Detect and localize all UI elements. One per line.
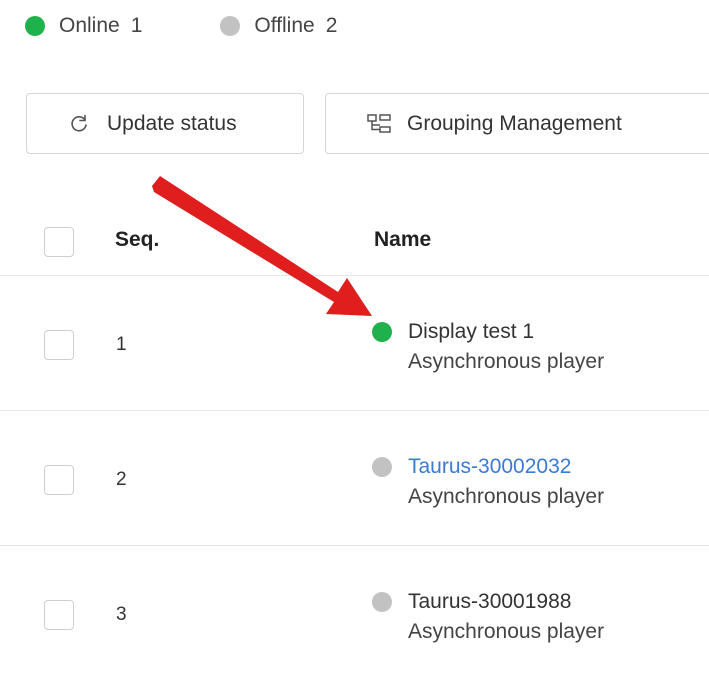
table-row: 3 Taurus-30001988 Asynchronous player xyxy=(0,546,709,675)
column-header-seq: Seq. xyxy=(115,228,160,251)
offline-status-dot-icon xyxy=(372,457,392,477)
online-count: 1 xyxy=(130,14,143,37)
device-type: Asynchronous player xyxy=(408,350,605,373)
row-checkbox[interactable] xyxy=(44,600,74,630)
seq-cell: 3 xyxy=(116,604,127,625)
seq-cell: 2 xyxy=(116,469,127,490)
row-checkbox[interactable] xyxy=(44,465,74,495)
status-summary: Online 1 Offline 2 xyxy=(25,14,415,38)
name-cell: Taurus-30002032 Asynchronous player xyxy=(372,451,604,509)
grouping-management-label: Grouping Management xyxy=(407,111,622,135)
name-cell: Taurus-30001988 Asynchronous player xyxy=(372,586,604,644)
device-table: Seq. Name 1 Display test 1 Asynchronous … xyxy=(0,200,709,675)
online-label: Online xyxy=(59,14,120,37)
device-type: Asynchronous player xyxy=(408,485,605,508)
name-cell: Display test 1 Asynchronous player xyxy=(372,316,604,374)
device-name: Display test 1 xyxy=(408,320,535,343)
offline-status: Offline 2 xyxy=(220,14,337,38)
row-checkbox[interactable] xyxy=(44,330,74,360)
column-header-name: Name xyxy=(374,228,432,251)
select-all-checkbox[interactable] xyxy=(44,227,74,257)
table-row: 2 Taurus-30002032 Asynchronous player xyxy=(0,411,709,546)
grouping-icon xyxy=(367,112,391,136)
online-status: Online 1 xyxy=(25,14,142,38)
update-status-label: Update status xyxy=(107,111,237,135)
device-type: Asynchronous player xyxy=(408,620,605,643)
offline-status-dot-icon xyxy=(372,592,392,612)
seq-cell: 1 xyxy=(116,334,127,355)
grouping-management-button[interactable]: Grouping Management xyxy=(325,93,709,154)
device-name: Taurus-30001988 xyxy=(408,590,572,613)
offline-label: Offline xyxy=(254,14,315,37)
offline-dot-icon xyxy=(220,16,241,36)
offline-count: 2 xyxy=(325,14,338,37)
table-row: 1 Display test 1 Asynchronous player xyxy=(0,276,709,411)
device-name-link[interactable]: Taurus-30002032 xyxy=(408,455,571,479)
table-header-row: Seq. Name xyxy=(0,200,709,276)
online-dot-icon xyxy=(25,16,45,36)
device-list-page: Online 1 Offline 2 Update status Groupin… xyxy=(0,0,709,675)
refresh-icon xyxy=(67,112,91,136)
update-status-button[interactable]: Update status xyxy=(26,93,304,154)
online-status-dot-icon xyxy=(372,322,392,342)
